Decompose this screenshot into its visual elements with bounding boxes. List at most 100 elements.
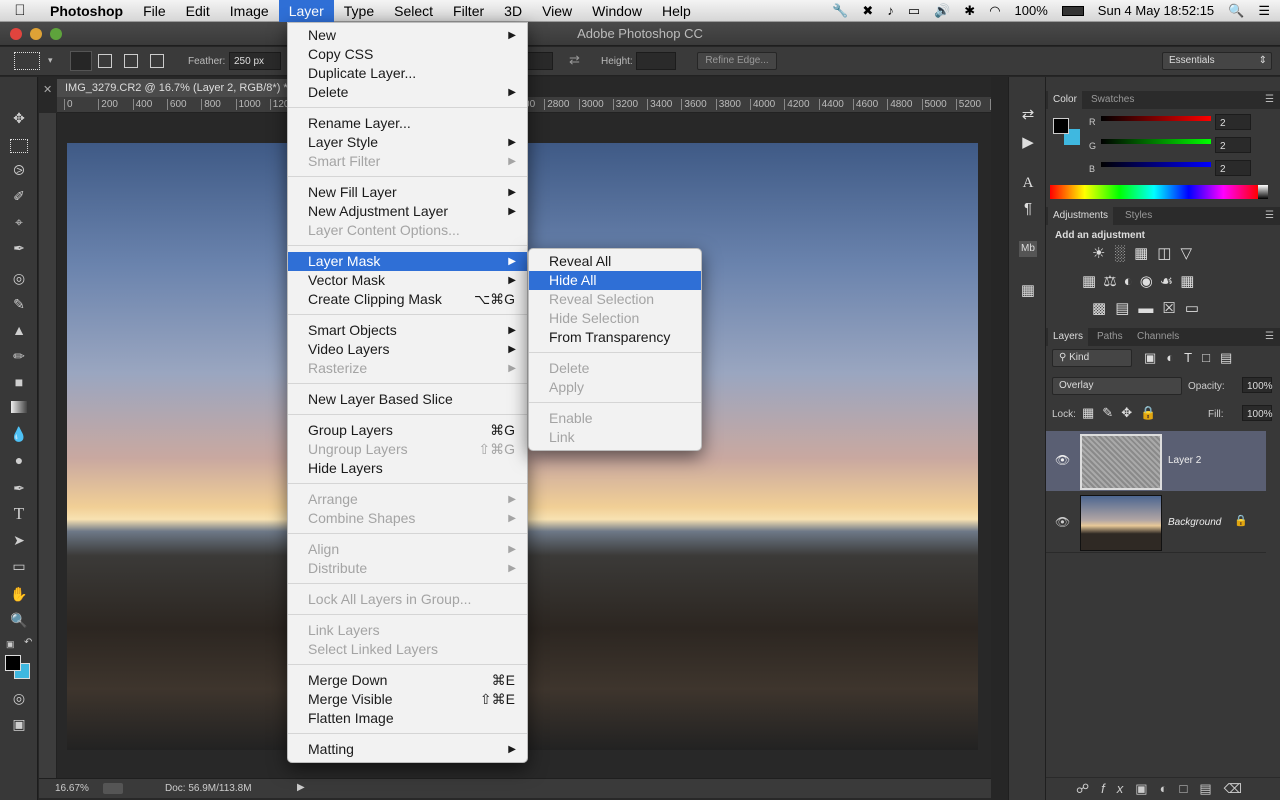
layer-menu-item-new[interactable]: New ▶ — [288, 26, 527, 45]
status-menu-arrow-icon[interactable]: ▶ — [297, 782, 305, 793]
threshold-icon[interactable]: ▬ — [1138, 300, 1162, 317]
smart-object-filter-icon[interactable]: ▤ — [1220, 350, 1242, 365]
pen-tool-icon[interactable]: ✒ — [8, 477, 30, 499]
path-selection-icon[interactable]: ➤ — [8, 529, 30, 551]
layer-filter-kind-dropdown[interactable]: ⚲ Kind — [1052, 349, 1132, 367]
status-toggle-icon[interactable] — [103, 783, 123, 794]
menu-image[interactable]: Image — [220, 0, 279, 22]
color-lookup-icon[interactable]: ▦ — [1180, 273, 1201, 290]
battery-percent[interactable]: 100% — [1015, 3, 1048, 18]
move-tool-icon[interactable]: ✥ — [8, 107, 30, 129]
tab-channels[interactable]: Channels — [1132, 328, 1184, 346]
visibility-eye-icon[interactable]: 👁 — [1055, 453, 1070, 467]
tab-adjustments[interactable]: Adjustments — [1048, 207, 1114, 225]
color-balance-icon[interactable]: ⚖ — [1103, 273, 1123, 290]
lock-transparent-icon[interactable]: ▦ — [1082, 405, 1102, 420]
layer-mask-item-from-transparency[interactable]: From Transparency — [529, 328, 701, 347]
blue-value-input[interactable]: 2 — [1215, 160, 1251, 176]
menu-filter[interactable]: Filter — [443, 0, 494, 22]
panel-menu-icon[interactable]: ☰ — [1260, 91, 1279, 109]
lock-all-icon[interactable]: 🔒 — [1140, 405, 1164, 420]
layer-menu-item-group-layers[interactable]: Group Layers ⌘G — [288, 421, 527, 440]
fill-input[interactable]: 100% — [1242, 405, 1273, 421]
new-group-icon[interactable]: □ — [1179, 781, 1199, 796]
new-adjustment-icon[interactable]: ◐ — [1160, 781, 1180, 796]
layer-mask-item-reveal-all[interactable]: Reveal All — [529, 252, 701, 271]
brush-tool-icon[interactable]: ✎ — [8, 293, 30, 315]
document-tab[interactable]: IMG_3279.CR2 @ 16.7% (Layer 2, RGB/8*) * — [57, 79, 309, 97]
exposure-icon[interactable]: ◫ — [1157, 245, 1180, 262]
notification-center-icon[interactable]: ☰ — [1258, 3, 1270, 19]
screen-mode-icon[interactable]: ▣ — [8, 713, 30, 735]
panel-menu-icon[interactable]: ☰ — [1260, 207, 1279, 225]
clone-stamp-icon[interactable]: ▲ — [8, 319, 30, 341]
blur-tool-icon[interactable]: 💧 — [8, 423, 30, 445]
quick-mask-icon[interactable]: ◎ — [8, 687, 30, 709]
menu-edit[interactable]: Edit — [176, 0, 220, 22]
apple-icon[interactable]:  — [0, 2, 40, 19]
black-white-icon[interactable]: ◐ — [1124, 273, 1140, 290]
healing-brush-icon[interactable]: ◎ — [8, 267, 30, 289]
battery-icon[interactable] — [1061, 5, 1084, 16]
airplay-icon[interactable]: ▭ — [908, 3, 920, 19]
brightness-icon[interactable]: ☀ — [1092, 245, 1114, 262]
quick-selection-icon[interactable]: ✐ — [8, 185, 30, 207]
posterize-icon[interactable]: ▤ — [1115, 300, 1138, 317]
trash-icon[interactable]: ⌫ — [1224, 781, 1254, 796]
menu-select[interactable]: Select — [384, 0, 443, 22]
layer-menu-item-flatten-image[interactable]: Flatten Image — [288, 709, 527, 728]
layer-menu-item-copy-css[interactable]: Copy CSS — [288, 45, 527, 64]
new-layer-icon[interactable]: ▤ — [1199, 781, 1223, 796]
layer-name[interactable]: Layer 2 — [1168, 455, 1201, 466]
subtract-selection-icon[interactable] — [124, 54, 138, 68]
marquee-tool-icon[interactable] — [10, 139, 28, 153]
opacity-input[interactable]: 100% — [1242, 377, 1273, 393]
tools-status-icon[interactable]: 🔧 — [832, 3, 848, 19]
x-status-icon[interactable]: ✖ — [862, 3, 873, 19]
3d-panel-icon[interactable]: ▦ — [1018, 281, 1038, 301]
gradient-tool-icon[interactable] — [8, 397, 30, 419]
layer-menu-item-duplicate-layer[interactable]: Duplicate Layer... — [288, 64, 527, 83]
bluetooth-icon[interactable]: ✱ — [964, 3, 975, 19]
layer-menu-item-hide-layers[interactable]: Hide Layers — [288, 459, 527, 478]
close-tab-icon[interactable]: ✕ — [43, 83, 52, 96]
paragraph-panel-icon[interactable]: ¶ — [1018, 199, 1038, 219]
levels-icon[interactable]: ░ — [1114, 245, 1134, 262]
intersect-selection-icon[interactable] — [150, 54, 164, 68]
foreground-color-swatch[interactable] — [5, 655, 21, 671]
layer-menu-item-merge-visible[interactable]: Merge Visible ⇧⌘E — [288, 690, 527, 709]
character-panel-icon[interactable]: A — [1018, 173, 1038, 193]
zoom-window-icon[interactable] — [50, 28, 62, 40]
tab-styles[interactable]: Styles — [1120, 207, 1157, 225]
curves-icon[interactable]: ▦ — [1134, 245, 1157, 262]
visibility-eye-icon[interactable]: 👁 — [1055, 515, 1070, 529]
menu-file[interactable]: File — [133, 0, 176, 22]
blend-mode-dropdown[interactable]: Overlay — [1052, 377, 1182, 395]
panel-menu-icon[interactable]: ☰ — [1260, 328, 1279, 346]
link-layers-icon[interactable]: ☍ — [1076, 781, 1101, 796]
red-slider[interactable] — [1101, 116, 1211, 121]
layer-menu-item-new-adjustment-layer[interactable]: New Adjustment Layer ▶ — [288, 202, 527, 221]
feather-input[interactable]: 250 px — [229, 52, 281, 70]
red-value-input[interactable]: 2 — [1215, 114, 1251, 130]
close-window-icon[interactable] — [10, 28, 22, 40]
menu-help[interactable]: Help — [652, 0, 701, 22]
add-selection-icon[interactable] — [98, 54, 112, 68]
app-menu[interactable]: Photoshop — [40, 0, 133, 22]
dodge-tool-icon[interactable]: ● — [8, 449, 30, 471]
preset-dropdown-icon[interactable]: ▾ — [48, 55, 53, 66]
menu-type[interactable]: Type — [334, 0, 384, 22]
hand-tool-icon[interactable]: ✋ — [8, 583, 30, 605]
lock-pixels-icon[interactable]: ✎ — [1102, 405, 1121, 420]
rectangle-tool-icon[interactable]: ▭ — [8, 555, 30, 577]
menu-layer[interactable]: Layer — [278, 0, 334, 22]
color-fg-swatch[interactable] — [1053, 118, 1069, 134]
swap-colors-icon[interactable]: ↶ — [24, 637, 32, 648]
channel-mixer-icon[interactable]: ☙ — [1160, 273, 1180, 290]
zoom-tool-icon[interactable]: 🔍 — [8, 609, 30, 631]
type-tool-icon[interactable]: T — [8, 503, 30, 525]
gradient-map-icon[interactable]: ▭ — [1185, 300, 1208, 317]
width-input[interactable] — [527, 52, 553, 70]
actions-panel-icon[interactable]: ▶ — [1018, 133, 1038, 153]
layer-menu-item-rename-layer[interactable]: Rename Layer... — [288, 114, 527, 133]
